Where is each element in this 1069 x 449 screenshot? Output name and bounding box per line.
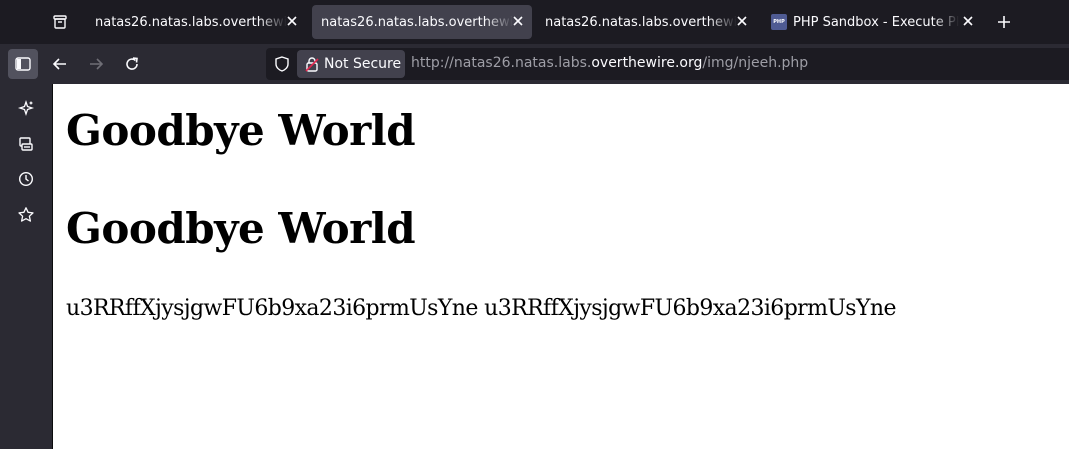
site-security-indicator[interactable]: Not Secure	[297, 50, 405, 78]
tab-title: natas26.natas.labs.overthewire.org	[95, 14, 287, 30]
synced-tabs-icon	[19, 137, 33, 151]
tab-natas26-2[interactable]: natas26.natas.labs.overthewire.org	[312, 5, 532, 39]
tab-strip: natas26.natas.labs.overthewire.org natas…	[0, 0, 1069, 44]
tab-title: natas26.natas.labs.overthewire.org	[545, 14, 737, 30]
tab-title: natas26.natas.labs.overthewire.org	[321, 14, 513, 30]
url-text[interactable]: http://natas26.natas.labs.overthewire.or…	[411, 55, 808, 71]
url-prefix: http://natas26.natas.labs.	[411, 55, 592, 71]
bookmarks-button[interactable]	[12, 201, 40, 229]
close-tab-icon[interactable]	[284, 13, 300, 29]
close-tab-icon[interactable]	[734, 13, 750, 29]
sidebar	[0, 84, 52, 449]
url-bar[interactable]: Not Secure http://natas26.natas.labs.ove…	[266, 48, 1069, 80]
ai-chatbot-button[interactable]	[12, 94, 40, 122]
tab-natas26-1[interactable]: natas26.natas.labs.overthewire.org	[86, 5, 306, 39]
close-tab-icon[interactable]	[510, 13, 526, 29]
reload-button[interactable]	[117, 49, 147, 79]
synced-tabs-button[interactable]	[12, 130, 40, 158]
forward-button[interactable]	[81, 49, 111, 79]
back-arrow-icon	[52, 58, 66, 70]
php-favicon-icon: PHP	[771, 14, 787, 30]
tab-php-sandbox[interactable]: PHP PHP Sandbox - Execute PHP code onlin…	[762, 5, 982, 39]
history-button[interactable]	[12, 165, 40, 193]
firefox-view-icon	[53, 15, 67, 29]
url-path: /img/njeeh.php	[702, 55, 809, 71]
page-heading: Goodbye World	[66, 106, 416, 155]
close-tab-icon[interactable]	[960, 13, 976, 29]
firefox-view-button[interactable]	[46, 8, 74, 36]
back-button[interactable]	[45, 49, 75, 79]
plus-icon	[998, 16, 1010, 28]
sidebar-toggle-button[interactable]	[8, 49, 38, 79]
forward-arrow-icon	[90, 58, 104, 70]
tracking-protection-shield-icon[interactable]	[272, 54, 292, 74]
page-content: Goodbye World Goodbye World u3RRffXjysjg…	[52, 84, 1069, 449]
ai-chatbot-icon	[17, 99, 35, 117]
tab-title: PHP Sandbox - Execute PHP code online	[793, 14, 959, 30]
url-domain: overthewire.org	[591, 55, 703, 71]
page-heading: Goodbye World	[66, 204, 416, 253]
page-paragraph: u3RRffXjysjgwFU6b9xa23i6prmUsYne u3RRffX…	[66, 296, 897, 321]
navigation-toolbar: Not Secure http://natas26.natas.labs.ove…	[0, 44, 1069, 84]
bookmarks-icon	[18, 207, 34, 222]
security-label: Not Secure	[324, 56, 402, 72]
reload-icon	[126, 57, 138, 70]
sidebar-icon	[15, 57, 31, 71]
tab-natas26-3[interactable]: natas26.natas.labs.overthewire.org	[536, 5, 756, 39]
insecure-lock-icon	[305, 56, 319, 72]
new-tab-button[interactable]	[992, 10, 1016, 34]
history-icon	[18, 171, 34, 187]
